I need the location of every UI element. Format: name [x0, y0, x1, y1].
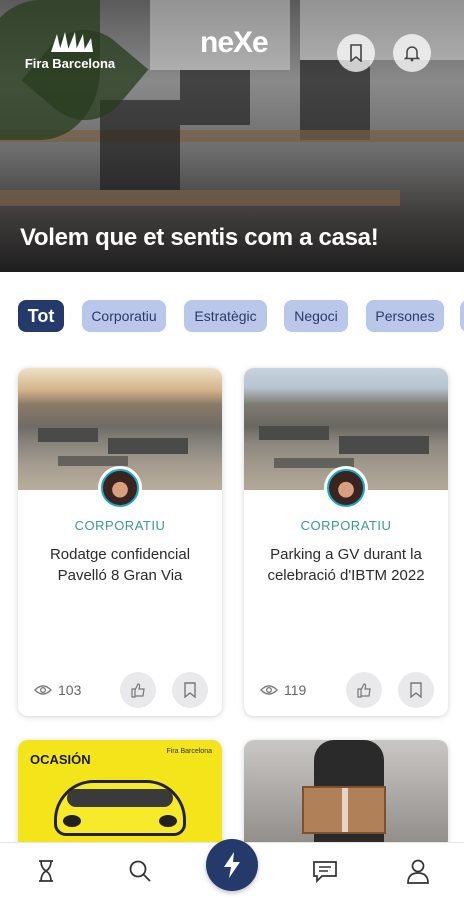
post-title: Parking a GV durant la celebració d'IBTM…: [267, 546, 425, 584]
view-count: 103: [34, 682, 81, 698]
filter-chip-negoci[interactable]: Negoci: [284, 300, 348, 332]
search-icon: [129, 860, 151, 882]
hero-title: Volem que et sentis com a casa!: [20, 224, 379, 251]
brand-name: Fira Barcelona: [24, 56, 116, 71]
fira-logo-icon: [20, 32, 120, 54]
filter-chip-estrategic[interactable]: Estratègic: [184, 300, 267, 332]
bookmark-icon: [410, 682, 422, 698]
bookmark-icon: [184, 682, 196, 698]
eye-icon: [260, 685, 278, 695]
nav-profile-button[interactable]: [400, 853, 436, 889]
filter-chip-corporatiu[interactable]: Corporatiu: [82, 300, 166, 332]
nav-search-button[interactable]: [122, 853, 158, 889]
view-count: 119: [260, 682, 306, 698]
chat-icon: [313, 861, 337, 883]
bookmark-button[interactable]: [172, 672, 208, 708]
view-count-value: 119: [284, 682, 307, 698]
post-category: CORPORATIU: [74, 518, 166, 533]
lightning-icon: [224, 852, 240, 878]
bottom-navigation: [0, 839, 464, 900]
post-category: CORPORATIU: [300, 518, 392, 533]
thumbs-up-icon: [357, 683, 371, 698]
view-count-value: 103: [58, 682, 82, 698]
hero-banner: Fira Barcelona neXe Volem que et sentis …: [0, 0, 464, 272]
like-button[interactable]: [346, 672, 382, 708]
bell-icon: [403, 46, 421, 62]
category-filter-bar: Tot Corporatiu Estratègic Negoci Persone…: [0, 300, 464, 334]
profile-icon: [407, 859, 429, 884]
poster-brand: Fira Barcelona: [166, 748, 212, 755]
post-title: Rodatge confidencial Pavelló 8 Gran Via: [49, 546, 191, 584]
bookmarks-button[interactable]: [337, 34, 375, 72]
filter-chip-tot[interactable]: Tot: [18, 300, 64, 332]
bookmark-button[interactable]: [398, 672, 434, 708]
hourglass-icon: [39, 860, 53, 882]
filter-chip-persones[interactable]: Persones: [366, 300, 444, 332]
fira-barcelona-logo: Fira Barcelona: [20, 32, 120, 71]
author-avatar: [324, 466, 368, 510]
nav-messages-button[interactable]: [307, 853, 343, 889]
post-card[interactable]: CORPORATIU Parking a GV durant la celebr…: [244, 368, 448, 716]
bookmark-icon: [350, 44, 362, 62]
like-button[interactable]: [120, 672, 156, 708]
author-avatar: [98, 466, 142, 510]
post-card[interactable]: [244, 740, 448, 850]
eye-icon: [34, 685, 52, 695]
car-illustration: [54, 780, 186, 836]
nav-hourglass-button[interactable]: [28, 853, 64, 889]
gift-box-image: [302, 786, 386, 834]
nav-quick-actions-button[interactable]: [206, 839, 258, 891]
post-card[interactable]: OCASIÓN Fira Barcelona: [18, 740, 222, 850]
notifications-button[interactable]: [393, 34, 431, 72]
app-logo: neXe: [200, 26, 269, 59]
poster-headline: OCASIÓN: [30, 752, 91, 767]
thumbs-up-icon: [131, 683, 145, 698]
filter-chip-more[interactable]: [460, 300, 464, 332]
post-card[interactable]: CORPORATIU Rodatge confidencial Pavelló …: [18, 368, 222, 716]
